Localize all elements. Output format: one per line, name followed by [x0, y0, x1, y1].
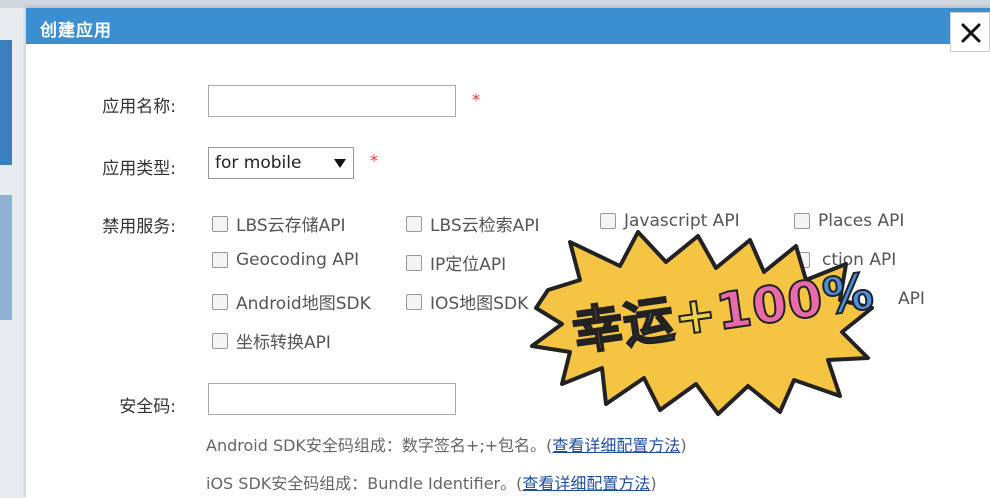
- dialog-header: 创建应用: [26, 8, 990, 44]
- checkbox[interactable]: [406, 293, 422, 310]
- checkbox-label: IP定位API: [430, 255, 507, 275]
- security-code-label: 安全码:: [119, 397, 176, 417]
- app-type-selected-value: for mobile: [215, 153, 302, 173]
- required-mark: *: [472, 90, 480, 109]
- disabled-services-label: 禁用服务:: [102, 217, 176, 237]
- checkbox[interactable]: [600, 213, 616, 229]
- checkbox-label: Geocoding API: [236, 250, 360, 270]
- service-checkbox-lbs-storage[interactable]: LBS云存储API: [212, 211, 346, 236]
- required-mark: *: [370, 151, 378, 170]
- app-name-input[interactable]: [208, 85, 456, 117]
- app-type-select[interactable]: for mobile: [208, 147, 354, 179]
- service-checkbox-android-sdk[interactable]: Android地图SDK: [212, 289, 371, 314]
- background-sidebar-block: [0, 195, 12, 320]
- ios-config-link[interactable]: 查看详细配置方法: [522, 474, 650, 493]
- checkbox-label: IOS地图SDK: [430, 294, 529, 314]
- checkbox-label: LBS云检索API: [430, 216, 540, 236]
- ios-hint: iOS SDK安全码组成：Bundle Identifier。(查看详细配置方法…: [206, 474, 657, 493]
- checkbox-label: LBS云存储API: [236, 216, 346, 236]
- service-checkbox-ip-location[interactable]: IP定位API: [406, 250, 506, 275]
- background-strip: [0, 0, 990, 8]
- android-hint: Android SDK安全码组成：数字签名+;+包名。(查看详细配置方法): [206, 436, 687, 455]
- service-checkbox-ios-sdk[interactable]: IOS地图SDK: [406, 289, 528, 314]
- checkbox-label: 坐标转换API: [236, 333, 331, 353]
- app-name-label: 应用名称:: [102, 97, 176, 117]
- lucky-sticker: 幸运+100%: [528, 228, 880, 418]
- checkbox[interactable]: [406, 215, 422, 232]
- checkbox[interactable]: [406, 254, 422, 271]
- checkbox[interactable]: [212, 215, 228, 232]
- dialog-title: 创建应用: [40, 21, 112, 41]
- android-config-link[interactable]: 查看详细配置方法: [552, 436, 680, 455]
- app-type-label: 应用类型:: [102, 159, 176, 179]
- checkbox[interactable]: [212, 332, 228, 349]
- checkbox[interactable]: [212, 252, 228, 268]
- service-checkbox-geocoding[interactable]: Geocoding API: [212, 250, 359, 270]
- dropdown-arrow-icon: [334, 159, 346, 168]
- checkbox[interactable]: [794, 213, 810, 229]
- checkbox-label: API: [898, 289, 925, 309]
- service-checkbox-lbs-search[interactable]: LBS云检索API: [406, 211, 540, 236]
- checkbox[interactable]: [212, 293, 228, 310]
- close-icon: [961, 23, 981, 43]
- service-checkbox-coord-convert[interactable]: 坐标转换API: [212, 328, 331, 353]
- close-button[interactable]: [950, 12, 990, 52]
- checkbox-label: Android地图SDK: [236, 294, 371, 314]
- background-sidebar-block: [0, 40, 12, 165]
- security-code-input[interactable]: [208, 383, 456, 415]
